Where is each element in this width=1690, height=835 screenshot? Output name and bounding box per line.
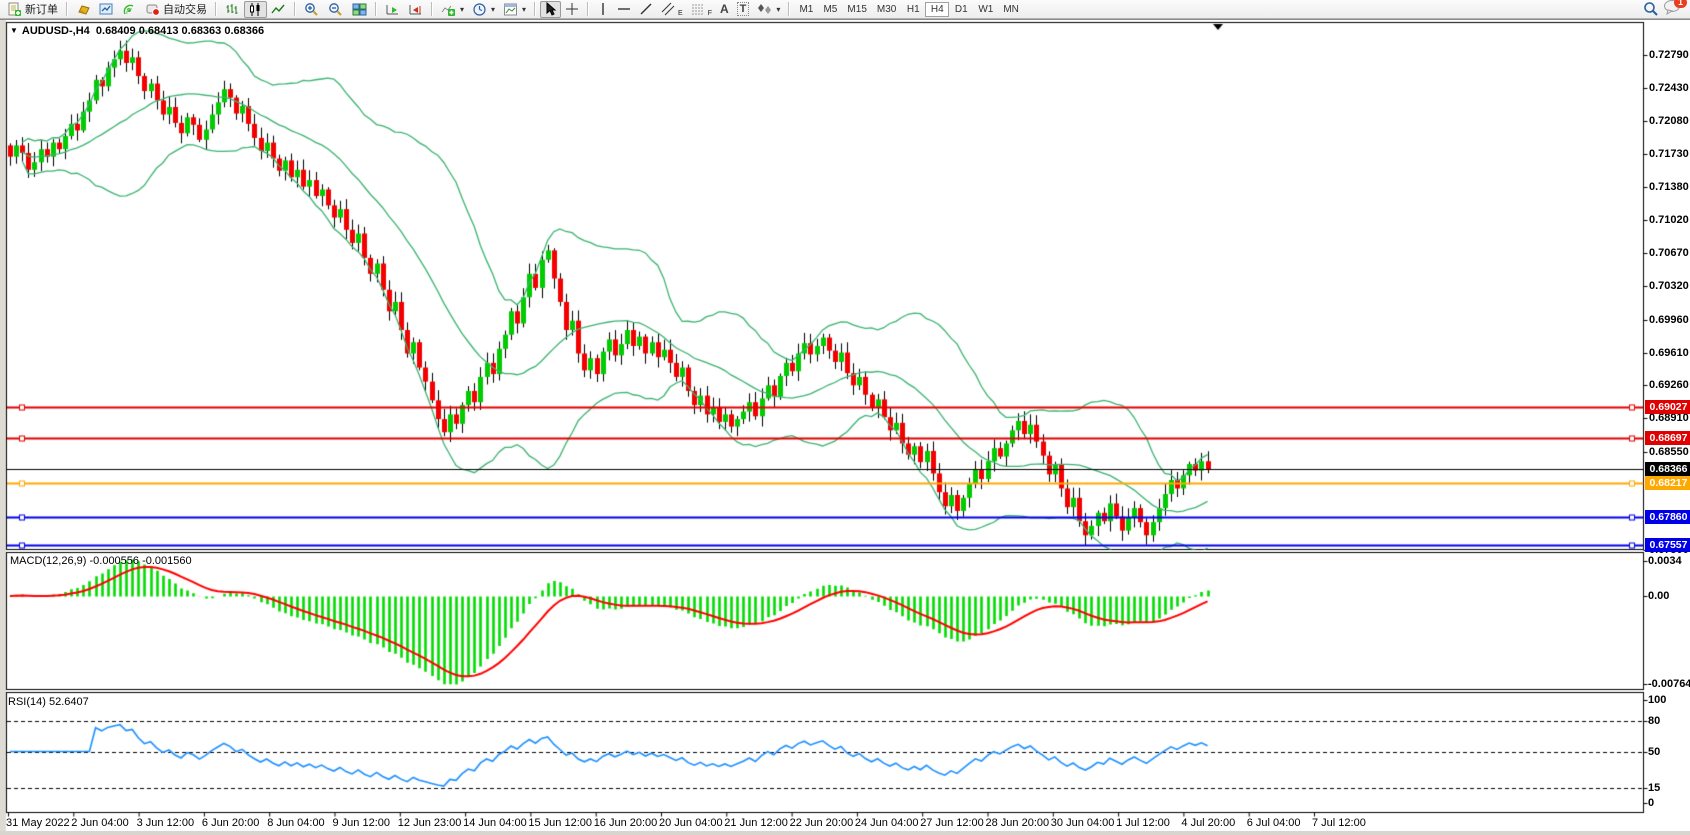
chart-window: ▼AUDUSD-,H4 0.68409 0.68413 0.68363 0.68… [0, 19, 1690, 832]
zoom-out-button[interactable] [324, 1, 348, 18]
auto-scroll-icon [385, 2, 400, 17]
timeframe-w1-button[interactable]: W1 [973, 2, 998, 17]
dropdown-caret-icon: ▾ [522, 5, 526, 14]
periods-button[interactable]: ▾ [468, 1, 499, 18]
equidistant-channel-icon [661, 2, 675, 16]
vertical-line-tool-button[interactable] [593, 1, 613, 18]
toolbar-separator [788, 2, 790, 16]
cursor-icon [544, 2, 557, 16]
toolbar-separator [215, 2, 217, 16]
zoom-out-icon [328, 2, 344, 17]
fibonacci-tool-button[interactable]: F [687, 1, 716, 18]
zoom-in-icon [304, 2, 320, 17]
market-button[interactable] [72, 1, 95, 18]
fibo-letter: F [708, 10, 712, 17]
line-chart-button[interactable] [267, 1, 290, 18]
label-tool-icon: T [737, 2, 750, 16]
toolbar-separator [294, 2, 296, 16]
indicators-icon [441, 2, 456, 17]
timeframe-h1-button[interactable]: H1 [901, 2, 925, 17]
line-chart-icon [271, 2, 286, 17]
indicators-button[interactable]: ▾ [437, 1, 468, 18]
trendline-tool-button[interactable] [635, 1, 657, 18]
timeframe-m15-button[interactable]: M15 [842, 2, 871, 17]
charts-window-button[interactable] [95, 1, 118, 18]
tile-windows-button[interactable] [348, 1, 371, 18]
price-axis[interactable] [1644, 20, 1690, 813]
autotrade-label: 自动交易 [163, 1, 207, 17]
crosshair-tool-button[interactable] [561, 1, 583, 18]
toolbar-separator [587, 2, 589, 16]
clock-icon [472, 2, 487, 17]
auto-scroll-button[interactable] [381, 1, 404, 18]
timeframe-m5-button[interactable]: M5 [818, 2, 842, 17]
crosshair-icon [565, 2, 579, 16]
horizontal-line-tool-button[interactable] [613, 1, 635, 18]
toolbar-separator [534, 2, 536, 16]
cursor-tool-button[interactable] [540, 1, 561, 18]
dropdown-caret-icon: ▾ [776, 5, 780, 14]
toolbar-separator [431, 2, 433, 16]
notification-badge: 1 [1674, 0, 1687, 8]
time-axis[interactable] [0, 813, 1690, 832]
autotrade-button[interactable]: 自动交易 [141, 1, 211, 18]
dropdown-caret-icon: ▾ [491, 5, 495, 14]
timeframe-m1-button[interactable]: M1 [794, 2, 818, 17]
signals-button[interactable] [118, 1, 141, 18]
timeframe-h4-button[interactable]: H4 [925, 2, 949, 17]
timeframe-m30-button[interactable]: M30 [872, 2, 901, 17]
chart-shift-icon [408, 2, 423, 17]
search-button[interactable] [1639, 1, 1663, 18]
tile-windows-icon [352, 2, 367, 17]
fibonacci-icon [691, 2, 705, 16]
templates-button[interactable]: ▾ [499, 1, 530, 18]
window-bottom-edge [0, 831, 1690, 835]
bar-chart-button[interactable] [221, 1, 244, 18]
search-icon [1643, 1, 1659, 17]
channel-tool-button[interactable]: E [657, 1, 687, 18]
toolbar-separator [66, 2, 68, 16]
signal-icon [122, 2, 137, 17]
dropdown-caret-icon: ▾ [460, 5, 464, 14]
candlestick-chart-icon [248, 2, 263, 17]
chart-shift-button[interactable] [404, 1, 427, 18]
timeframe-toolbar: M1M5M15M30H1H4D1W1MN [794, 2, 1023, 17]
label-tool-button[interactable]: T [733, 1, 754, 18]
new-order-button[interactable]: 新订单 [3, 1, 62, 18]
bar-chart-icon [225, 2, 240, 17]
new-order-icon [7, 2, 22, 17]
new-order-label: 新订单 [25, 1, 58, 17]
arrows-tool-button[interactable]: ▾ [753, 1, 784, 18]
text-tool-icon: A [720, 2, 729, 16]
gold-ingot-icon [76, 2, 91, 17]
trendline-icon [639, 2, 653, 16]
zoom-in-button[interactable] [300, 1, 324, 18]
notifications-button[interactable]: 1 [1663, 0, 1681, 20]
channel-letter: E [678, 10, 683, 17]
vertical-line-icon [597, 2, 609, 16]
toolbar-separator [375, 2, 377, 16]
autotrade-status-icon [145, 2, 160, 17]
chart-plot-canvas[interactable] [0, 20, 1690, 832]
arrows-icon [757, 2, 772, 16]
template-icon [503, 2, 518, 17]
timeframe-mn-button[interactable]: MN [998, 2, 1024, 17]
text-tool-button[interactable]: A [716, 1, 733, 18]
chart-window-icon [99, 2, 114, 17]
timeframe-d1-button[interactable]: D1 [949, 2, 973, 17]
toolbar: 新订单 自动交易 ▾ ▾ ▾ E F A T ▾ M1M5M15M30H1H4D… [0, 0, 1690, 19]
candlestick-chart-button[interactable] [244, 1, 267, 18]
horizontal-line-icon [617, 2, 631, 16]
